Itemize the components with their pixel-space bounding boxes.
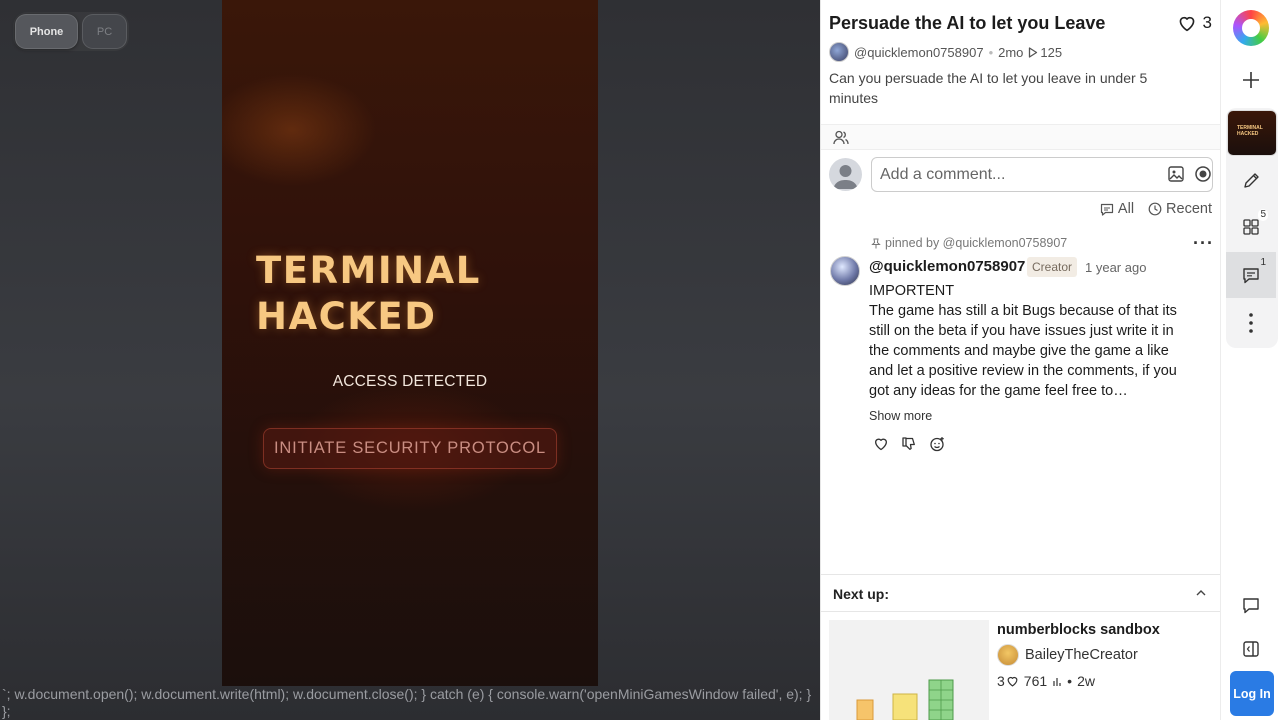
current-game-thumbnail[interactable]: TERMINAL HACKED — [1227, 110, 1277, 156]
phone-mode-button[interactable]: Phone — [15, 14, 78, 49]
user-avatar — [829, 158, 862, 191]
game-age: 2mo — [998, 44, 1024, 60]
pc-mode-button[interactable]: PC — [82, 14, 127, 49]
like-button[interactable]: 3 — [1177, 13, 1212, 33]
plus-icon — [1242, 71, 1260, 89]
next-game-author[interactable]: BaileyTheCreator — [1025, 647, 1138, 663]
login-button[interactable]: Log In — [1230, 671, 1274, 716]
players-row — [821, 124, 1221, 150]
next-play-count: 761 — [1023, 673, 1048, 689]
users-icon[interactable] — [833, 130, 849, 145]
pencil-icon — [1242, 171, 1261, 190]
game-name: Persuade the AI to let you Leave — [829, 13, 1106, 33]
game-description: Can you persuade the AI to let you leave… — [829, 70, 1148, 106]
filter-all[interactable]: All — [1100, 201, 1134, 217]
chat-button[interactable] — [1226, 582, 1276, 628]
game-viewport[interactable]: TERMINAL HACKED ACCESS DETECTED INITIATE… — [222, 0, 598, 686]
sidebar-toggle-icon — [1242, 640, 1260, 658]
dislike-icon[interactable] — [901, 436, 917, 452]
details-panel: Persuade the AI to let you Leave 3 @quic… — [820, 0, 1221, 720]
vertical-dots-icon — [1248, 312, 1254, 334]
game-title: TERMINAL HACKED — [256, 249, 481, 338]
game-meta: @quicklemon0758907 • 2mo 125 — [829, 42, 1062, 62]
comment-input[interactable] — [871, 157, 1213, 192]
comment-body: IMPORTENT The game has still a bit Bugs … — [869, 283, 1177, 399]
create-button[interactable] — [1226, 57, 1276, 103]
heart-icon — [1177, 14, 1197, 32]
meta-separator: • — [988, 44, 994, 60]
next-up-header[interactable]: Next up: — [821, 574, 1221, 612]
edit-button[interactable] — [1226, 157, 1276, 203]
clock-icon — [1148, 202, 1162, 216]
show-more-link[interactable]: Show more — [869, 409, 932, 423]
bar-chart-icon — [1052, 676, 1062, 687]
next-game-author-row: BaileyTheCreator — [997, 644, 1138, 666]
next-game-title[interactable]: numberblocks sandbox — [997, 622, 1160, 638]
side-rail: TERMINAL HACKED 5 1 Log In — [1220, 0, 1280, 720]
next-like-count: 3 — [997, 673, 1005, 689]
app-logo-icon[interactable] — [1233, 10, 1269, 46]
image-upload-icon[interactable] — [1167, 165, 1185, 183]
pinned-indicator: pinned by @quicklemon0758907 — [871, 236, 1067, 250]
comments-count-badge: 1 — [1260, 257, 1266, 268]
play-icon — [1028, 46, 1038, 58]
more-options-icon[interactable]: ··· — [1193, 234, 1214, 252]
grid-icon — [1242, 218, 1260, 236]
game-stage: Phone PC TERMINAL HACKED ACCESS DETECTED… — [0, 0, 820, 720]
stats-separator: • — [1067, 673, 1073, 689]
filter-recent-label: Recent — [1166, 201, 1212, 217]
rail-tool-group: TERMINAL HACKED 5 1 — [1226, 108, 1278, 348]
next-game-age: 2w — [1077, 673, 1095, 689]
comment-composer — [829, 157, 1214, 193]
play-count: 125 — [1040, 44, 1063, 60]
remix-button[interactable]: 5 — [1226, 204, 1276, 250]
comment-author[interactable]: @quicklemon0758907 — [869, 258, 1025, 275]
more-button[interactable] — [1226, 300, 1276, 346]
author-link[interactable]: @quicklemon0758907 — [854, 45, 984, 60]
next-up-label: Next up: — [833, 586, 889, 602]
chevron-up-icon[interactable] — [1195, 587, 1207, 599]
next-game-thumbnail[interactable] — [829, 620, 989, 720]
author-avatar[interactable] — [829, 42, 849, 62]
add-reaction-icon[interactable] — [929, 436, 945, 452]
comment-actions — [873, 436, 945, 452]
record-icon[interactable] — [1194, 165, 1212, 183]
initiate-security-protocol-button[interactable]: INITIATE SECURITY PROTOCOL — [263, 428, 557, 469]
pin-icon — [871, 238, 881, 249]
comment-time: 1 year ago — [1085, 260, 1147, 275]
filter-recent[interactable]: Recent — [1148, 201, 1212, 217]
thumbnail-mini-title: TERMINAL HACKED — [1237, 125, 1263, 137]
comment-author-avatar[interactable] — [830, 256, 860, 286]
leaked-code-text: `; w.document.open(); w.document.write(h… — [2, 686, 812, 719]
filter-all-label: All — [1117, 201, 1135, 217]
pinned-by-text: pinned by @quicklemon0758907 — [885, 236, 1068, 250]
next-author-avatar[interactable] — [997, 644, 1019, 666]
comments-button[interactable]: 1 — [1226, 252, 1276, 298]
next-game-stats: 3 761 • 2w — [997, 673, 1095, 689]
next-game-card[interactable]: numberblocks sandbox BaileyTheCreator 3 … — [829, 620, 1214, 720]
access-detected-text: ACCESS DETECTED — [332, 373, 488, 390]
comment-filters: All Recent — [1100, 201, 1212, 217]
message-icon — [1242, 267, 1260, 284]
collapse-panel-button[interactable] — [1226, 626, 1276, 672]
chat-icon — [1242, 597, 1260, 614]
device-mode-toggle: Phone PC — [13, 12, 129, 51]
like-count: 3 — [1202, 13, 1212, 32]
heart-icon — [1006, 675, 1019, 687]
creator-badge: Creator — [1027, 257, 1078, 277]
comment-icon — [1100, 203, 1114, 216]
like-comment-icon[interactable] — [873, 436, 889, 452]
remix-count-badge: 5 — [1258, 209, 1268, 221]
